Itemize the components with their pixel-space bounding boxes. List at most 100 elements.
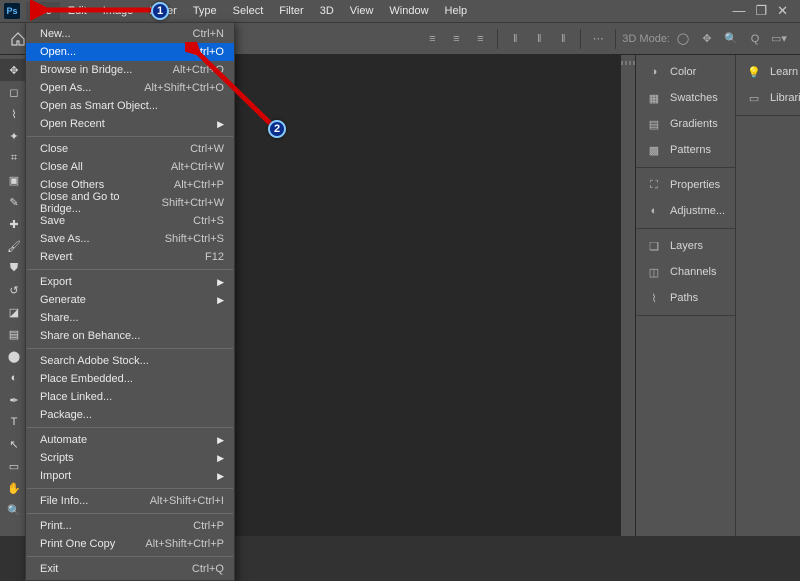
menu-3d[interactable]: 3D [312,2,342,20]
panel-tabstrip[interactable] [620,55,636,536]
menu-item-place-embedded[interactable]: Place Embedded... [26,370,234,388]
gradient-tool-icon[interactable]: ▤ [0,323,28,345]
lasso-tool-icon[interactable]: ⌇ [0,103,28,125]
workspace-icon[interactable]: ▭▾ [768,29,790,49]
menu-item-print[interactable]: Print...Ctrl+P [26,517,234,535]
divider [615,29,616,49]
menu-image[interactable]: Image [95,2,142,20]
quick-select-tool-icon[interactable]: ✦ [0,125,28,147]
menu-select[interactable]: Select [225,2,272,20]
blur-tool-icon[interactable]: ⬤ [0,345,28,367]
menu-item-export[interactable]: Export▶ [26,273,234,291]
menu-filter[interactable]: Filter [271,2,311,20]
drag-handle-icon[interactable] [621,61,635,65]
marquee-tool-icon[interactable]: ◻ [0,81,28,103]
panel-layers[interactable]: ❑Layers [636,233,735,259]
menu-item-save-as[interactable]: Save As...Shift+Ctrl+S [26,230,234,248]
swatches-icon: ▦ [646,90,662,106]
menu-separator [27,269,233,270]
menu-item-close-and-go-to-bridge[interactable]: Close and Go to Bridge...Shift+Ctrl+W [26,194,234,212]
panel-libraries[interactable]: ▭Librari... [736,85,800,111]
menu-item-place-linked[interactable]: Place Linked... [26,388,234,406]
menu-window[interactable]: Window [381,2,436,20]
panel-col-1: ◑Color ▦Swatches ▤Gradients ▩Patterns ⛶P… [636,55,735,536]
menu-item-open[interactable]: Open...Ctrl+O [26,43,234,61]
menu-type[interactable]: Type [185,2,225,20]
menu-view[interactable]: View [342,2,382,20]
align-right-icon[interactable]: ≡ [469,29,491,49]
panel-paths[interactable]: ⌇Paths [636,285,735,311]
pan-icon[interactable]: ✥ [696,29,718,49]
healing-tool-icon[interactable]: ✚ [0,213,28,235]
menu-item-open-as-smart-object[interactable]: Open as Smart Object... [26,97,234,115]
menu-item-share-on-behance[interactable]: Share on Behance... [26,327,234,345]
menu-item-import[interactable]: Import▶ [26,467,234,485]
align-center-h-icon[interactable]: ≡ [445,29,467,49]
panel-learn[interactable]: 💡Learn [736,59,800,85]
panel-properties[interactable]: ⛶Properties [636,172,735,198]
type-tool-icon[interactable]: T [0,411,28,433]
submenu-arrow-icon: ▶ [217,435,224,446]
orbit-icon[interactable]: ◯ [672,29,694,49]
stamp-tool-icon[interactable]: ⛊ [0,257,28,279]
menu-item-open-recent[interactable]: Open Recent▶ [26,115,234,133]
menu-item-revert[interactable]: RevertF12 [26,248,234,266]
eraser-tool-icon[interactable]: ◪ [0,301,28,323]
frame-tool-icon[interactable]: ▣ [0,169,28,191]
align-bottom-icon[interactable]: ‖ [552,29,574,49]
menu-item-generate[interactable]: Generate▶ [26,291,234,309]
menu-separator [27,348,233,349]
menu-item-new[interactable]: New...Ctrl+N [26,25,234,43]
panel-adjustments[interactable]: ◐Adjustme... [636,198,735,224]
menu-item-scripts[interactable]: Scripts▶ [26,449,234,467]
menu-item-file-info[interactable]: File Info...Alt+Shift+Ctrl+I [26,492,234,510]
search-icon[interactable]: Q [744,29,766,49]
align-top-icon[interactable]: ‖ [504,29,526,49]
pen-tool-icon[interactable]: ✒ [0,389,28,411]
layers-icon: ❑ [646,238,662,254]
panel-gradients[interactable]: ▤Gradients [636,111,735,137]
eyedropper-tool-icon[interactable]: ✎ [0,191,28,213]
menu-item-print-one-copy[interactable]: Print One CopyAlt+Shift+Ctrl+P [26,535,234,553]
menu-item-close[interactable]: CloseCtrl+W [26,140,234,158]
menu-item-search-adobe-stock[interactable]: Search Adobe Stock... [26,352,234,370]
panel-swatches[interactable]: ▦Swatches [636,85,735,111]
menu-item-save[interactable]: SaveCtrl+S [26,212,234,230]
menu-edit[interactable]: Edit [60,2,95,20]
menu-layer[interactable]: Layer [141,2,185,20]
menu-separator [27,556,233,557]
menu-separator [27,427,233,428]
menubar: Ps File Edit Image Layer Type Select Fil… [0,0,800,22]
panel-col-2: 💡Learn ▭Librari... [735,55,800,536]
menu-item-share[interactable]: Share... [26,309,234,327]
menu-file[interactable]: File [26,2,60,20]
menu-item-package[interactable]: Package... [26,406,234,424]
path-select-tool-icon[interactable]: ↖ [0,433,28,455]
menu-item-close-all[interactable]: Close AllAlt+Ctrl+W [26,158,234,176]
submenu-arrow-icon: ▶ [217,119,224,130]
crop-tool-icon[interactable]: ⌗ [0,147,28,169]
panel-patterns[interactable]: ▩Patterns [636,137,735,163]
close-button[interactable]: ✕ [777,3,788,19]
dodge-tool-icon[interactable]: ◐ [0,367,28,389]
menu-item-automate[interactable]: Automate▶ [26,431,234,449]
move-tool-icon[interactable]: ✥ [0,59,28,81]
panel-color[interactable]: ◑Color [636,59,735,85]
zoom-tool-icon[interactable]: 🔍 [0,499,28,521]
menu-help[interactable]: Help [437,2,476,20]
history-brush-tool-icon[interactable]: ↺ [0,279,28,301]
menu-item-exit[interactable]: ExitCtrl+Q [26,560,234,578]
distribute-icon[interactable]: ⋯ [587,29,609,49]
minimize-button[interactable]: — [732,3,745,19]
panel-channels[interactable]: ◫Channels [636,259,735,285]
menu-item-browse-in-bridge[interactable]: Browse in Bridge...Alt+Ctrl+O [26,61,234,79]
zoom-icon[interactable]: 🔍 [720,29,742,49]
menu-item-open-as[interactable]: Open As...Alt+Shift+Ctrl+O [26,79,234,97]
brush-tool-icon[interactable]: 🖌 [0,235,28,257]
hand-tool-icon[interactable]: ✋ [0,477,28,499]
align-group: ≡ ≡ ≡ ‖ ‖ ‖ ⋯ 3D Mode: ◯ ✥ 🔍 Q ▭▾ [421,29,790,49]
align-center-v-icon[interactable]: ‖ [528,29,550,49]
shape-tool-icon[interactable]: ▭ [0,455,28,477]
align-left-icon[interactable]: ≡ [421,29,443,49]
restore-button[interactable]: ❐ [755,3,767,19]
